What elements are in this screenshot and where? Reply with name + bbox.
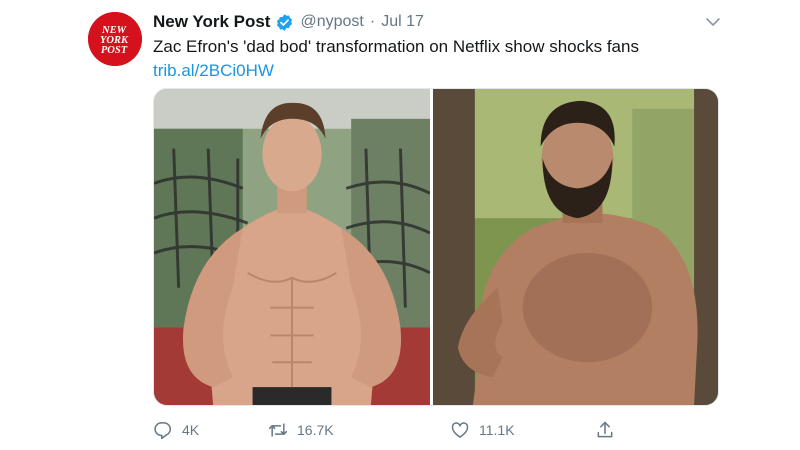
avatar[interactable]: NEW YORK POST [88, 12, 142, 66]
tweet-link[interactable]: trib.al/2BCi0HW [153, 61, 274, 81]
tweet-header: New York Post @nypost · Jul 17 [153, 10, 424, 34]
tweet-actions: 4K 16.7K 11.1K [153, 418, 633, 442]
logo-line-3: POST [101, 45, 128, 56]
photo-dad-bod-icon [433, 89, 718, 405]
heart-icon [451, 422, 469, 438]
retweet-icon [268, 423, 288, 437]
reply-icon [154, 422, 171, 440]
like-count: 11.1K [479, 422, 515, 438]
new-york-post-logo-icon: NEW YORK POST [88, 12, 142, 66]
reply-count: 4K [182, 422, 200, 438]
chevron-down-icon[interactable] [703, 12, 723, 32]
media-grid[interactable] [153, 88, 719, 406]
retweet-button[interactable]: 16.7K [268, 418, 334, 442]
photo-left[interactable] [154, 89, 434, 405]
tweet-card[interactable]: NEW YORK POST New York Post @nypost · Ju… [0, 0, 800, 450]
verified-badge-icon [277, 13, 293, 31]
separator-dot: · [369, 13, 376, 30]
photo-right[interactable] [433, 89, 718, 405]
retweet-count: 16.7K [297, 422, 334, 438]
timestamp[interactable]: Jul 17 [381, 13, 424, 31]
tweet-text: Zac Efron's 'dad bod' transformation on … [153, 37, 639, 56]
display-name[interactable]: New York Post [153, 12, 270, 32]
photo-fit-physique-icon [154, 89, 431, 405]
share-icon [597, 421, 613, 438]
share-button[interactable] [595, 418, 624, 442]
handle[interactable]: @nypost [300, 13, 363, 31]
reply-button[interactable]: 4K [153, 418, 199, 442]
like-button[interactable]: 11.1K [450, 418, 515, 442]
